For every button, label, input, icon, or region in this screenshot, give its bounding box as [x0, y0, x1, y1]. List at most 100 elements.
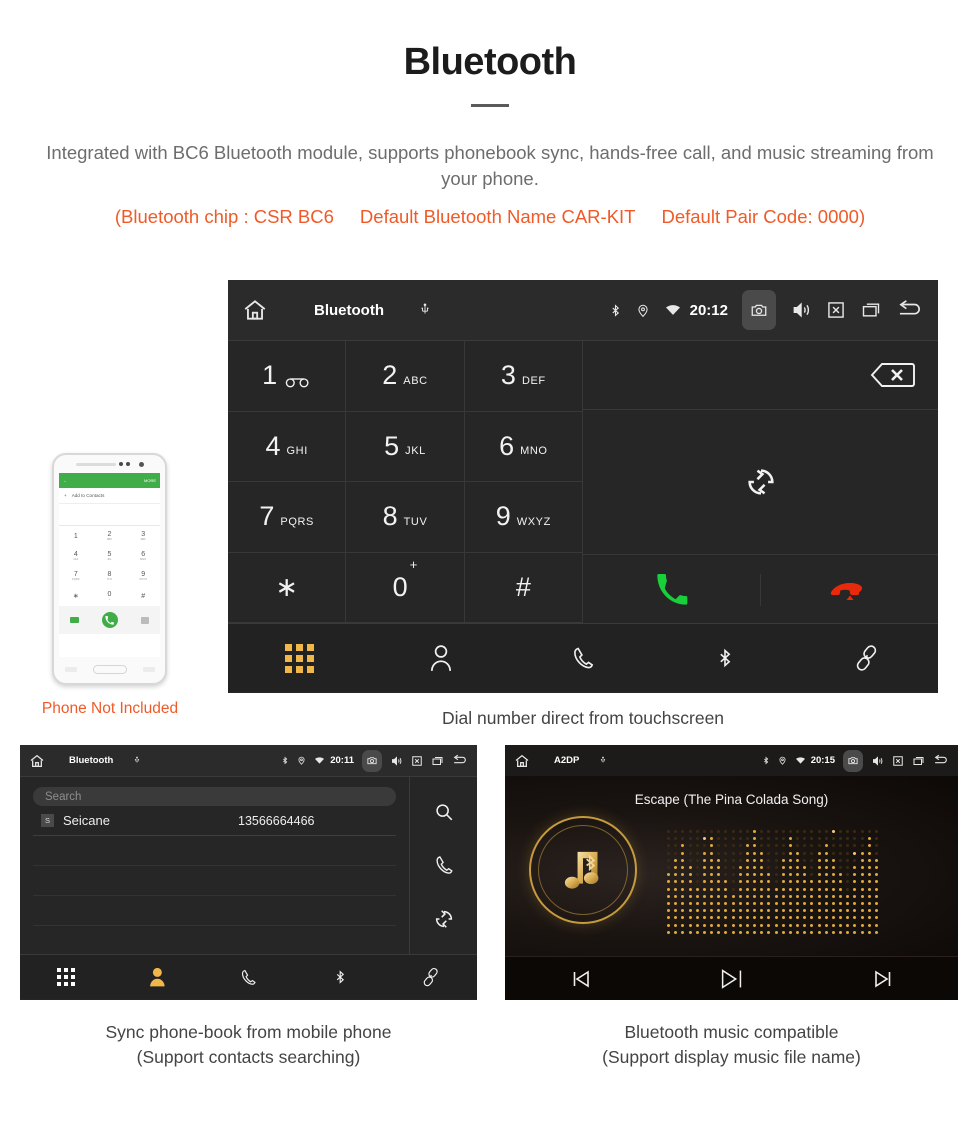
close-icon[interactable] [826, 300, 846, 320]
home-icon[interactable] [514, 753, 530, 769]
close-icon[interactable] [411, 755, 423, 767]
eq-dot [710, 887, 714, 891]
call-answer-button[interactable] [583, 573, 761, 606]
home-icon[interactable] [242, 297, 268, 323]
backspace-button[interactable] [583, 341, 938, 410]
volume-icon[interactable] [390, 755, 403, 767]
skip-previous-icon[interactable] [505, 967, 656, 991]
key-hash[interactable]: # [464, 552, 583, 623]
back-icon[interactable] [896, 299, 924, 321]
eq-dot [846, 844, 850, 848]
dialer-title: Bluetooth [314, 301, 384, 319]
key-0[interactable]: 0 + [346, 552, 465, 623]
phone-dialpad-icon [140, 616, 149, 624]
a2dp-clock: 20:15 [810, 755, 835, 766]
volume-icon[interactable] [790, 300, 812, 320]
key-8[interactable]: 8 TUV [346, 482, 465, 553]
key-7[interactable]: 7 PQRS [228, 482, 347, 553]
page-title: Bluetooth [403, 41, 577, 83]
eq-dot [853, 916, 857, 920]
eq-dot [788, 887, 792, 891]
eq-dot [853, 909, 857, 913]
tab-keypad[interactable] [20, 968, 111, 986]
eq-dot [738, 858, 742, 862]
tab-contacts[interactable] [370, 644, 512, 672]
key-5[interactable]: 5 JKL [346, 411, 465, 482]
eq-dot [781, 923, 785, 927]
eq-dot [817, 887, 821, 891]
eq-dot [796, 909, 800, 913]
eq-dot [760, 916, 764, 920]
back-icon[interactable] [452, 754, 468, 767]
eq-dot [731, 902, 735, 906]
eq-dot [774, 902, 778, 906]
eq-dot [796, 887, 800, 891]
eq-dot [695, 930, 699, 934]
eq-dot [753, 866, 757, 870]
eq-dot [846, 887, 850, 891]
contact-row[interactable]: S Seicane 13566664466 [33, 806, 396, 836]
eq-dot [760, 930, 764, 934]
camera-icon[interactable] [843, 749, 863, 772]
back-icon[interactable] [933, 754, 949, 767]
search-input[interactable]: Search [33, 787, 396, 806]
key-4[interactable]: 4 GHI [228, 411, 347, 482]
eq-dot [667, 851, 671, 855]
dialer-side-actions [583, 341, 938, 623]
close-icon[interactable] [892, 755, 904, 767]
sync-icon[interactable] [433, 908, 455, 930]
wifi-icon [664, 303, 682, 317]
tab-keypad[interactable] [228, 643, 370, 673]
camera-icon[interactable] [362, 749, 382, 772]
eq-dot [831, 851, 835, 855]
skip-next-icon[interactable] [807, 967, 958, 991]
sync-contacts-button[interactable] [583, 410, 938, 555]
eq-dot [767, 916, 771, 920]
volume-icon[interactable] [871, 755, 884, 767]
eq-dot [846, 916, 850, 920]
play-pause-icon[interactable] [656, 966, 807, 992]
tab-contacts[interactable] [111, 967, 202, 987]
key-star[interactable]: ∗ [228, 552, 347, 623]
eq-dot [781, 844, 785, 848]
eq-dot [731, 916, 735, 920]
phone-key: 0 + [107, 591, 112, 601]
key-3[interactable]: 3 DEF [464, 341, 583, 412]
search-icon[interactable] [433, 801, 455, 823]
handset-icon[interactable] [433, 854, 455, 876]
eq-dot [860, 916, 864, 920]
tab-bluetooth[interactable] [654, 644, 796, 672]
eq-dot [731, 851, 735, 855]
eq-dot [760, 909, 764, 913]
recents-icon[interactable] [431, 755, 444, 767]
tab-call-log[interactable] [512, 645, 654, 671]
camera-icon[interactable] [742, 290, 776, 330]
key-9[interactable]: 9 WXYZ [464, 482, 583, 553]
tab-pair-link[interactable] [796, 644, 938, 672]
key-1[interactable]: 1 [228, 341, 347, 412]
eq-dot [760, 866, 764, 870]
home-icon[interactable] [29, 753, 45, 769]
eq-dot [724, 909, 728, 913]
eq-dot [688, 830, 692, 834]
dialer-keypad: 1 2 ABC 3 DEF 4 GHI 5 JKL 6 MNO 7 PQRS 8 TUV 9 WXYZ ∗ 0 + # [228, 341, 583, 623]
key-2[interactable]: 2 ABC [346, 341, 465, 412]
call-end-button[interactable] [761, 577, 938, 603]
eq-dot [702, 923, 706, 927]
eq-dot [874, 923, 878, 927]
eq-dot [667, 866, 671, 870]
eq-dot [667, 902, 671, 906]
key-6[interactable]: 6 MNO [464, 411, 583, 482]
eq-dot [860, 909, 864, 913]
eq-dot [681, 916, 685, 920]
tab-bluetooth[interactable] [294, 967, 385, 987]
eq-dot [839, 830, 843, 834]
eq-dot [860, 923, 864, 927]
tab-pair-link[interactable] [386, 967, 477, 987]
tab-call-log[interactable] [203, 968, 294, 987]
recents-icon[interactable] [860, 300, 882, 320]
eq-dot [731, 830, 735, 834]
eq-dot [674, 916, 678, 920]
recents-icon[interactable] [912, 755, 925, 767]
eq-dot [817, 909, 821, 913]
